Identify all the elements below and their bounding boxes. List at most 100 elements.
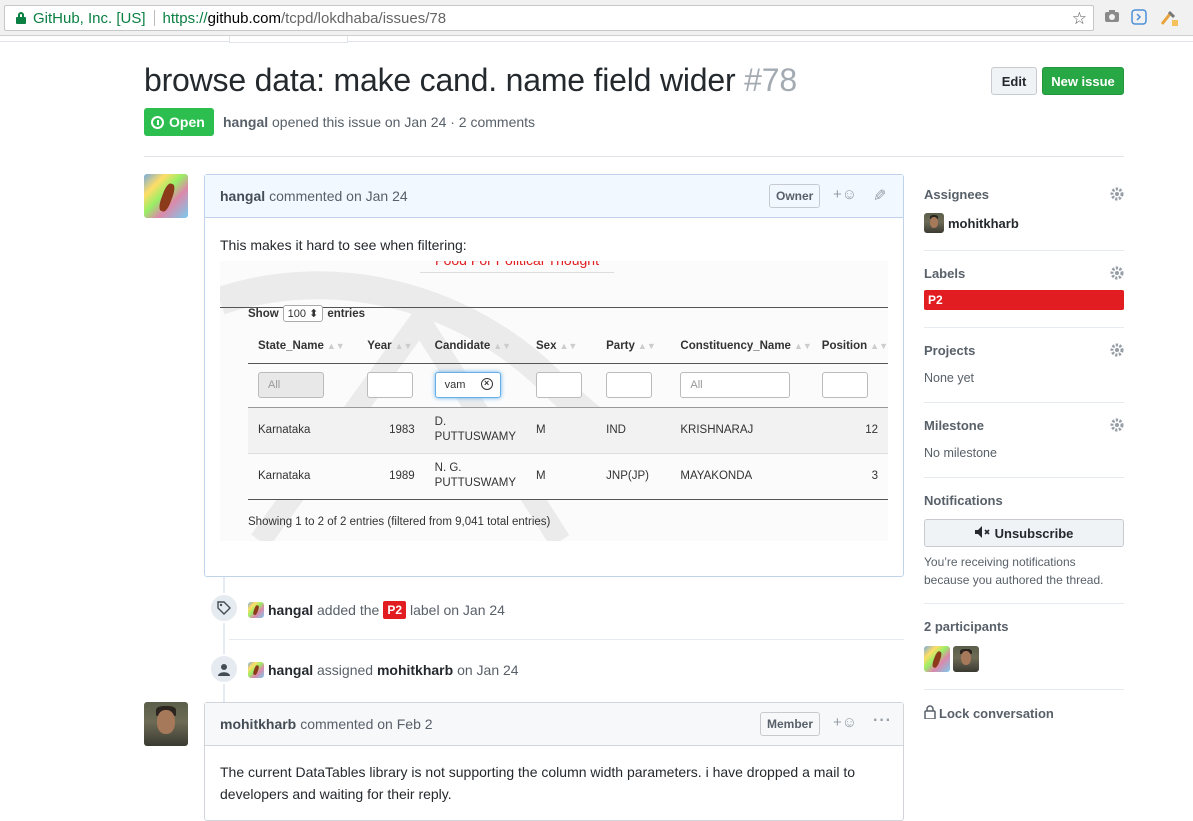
owner-badge: Owner bbox=[769, 184, 821, 208]
filter-state: All bbox=[258, 372, 324, 398]
camera-extension-icon[interactable] bbox=[1105, 9, 1119, 25]
avatar-mohitkharb-small bbox=[924, 213, 944, 233]
gear-icon[interactable] bbox=[1110, 187, 1124, 201]
embedded-screenshot: Food For Political Thought Show 100 ⬍ en… bbox=[220, 261, 888, 541]
sidebar-milestone: Milestone No milestone bbox=[924, 418, 1124, 460]
table-row: Karnataka 1989 N. G. PUTTUSWAMY M JNP(JP)… bbox=[248, 453, 888, 500]
data-table: State_Name ▲▼ Year ▲▼ Candidate ▲▼ Sex ▲▼ Pa… bbox=[248, 329, 888, 500]
issue-state-label: Open bbox=[169, 114, 205, 130]
comment-timestamp[interactable]: commented on Jan 24 bbox=[269, 188, 408, 204]
assignee-item[interactable]: mohitkharb bbox=[924, 213, 1124, 233]
filter-year bbox=[367, 372, 414, 398]
assignee-name[interactable]: mohitkharb bbox=[948, 216, 1019, 231]
avatar-hangal-small[interactable] bbox=[248, 662, 264, 678]
projects-value: None yet bbox=[924, 371, 975, 385]
issue-opened-icon bbox=[151, 115, 164, 129]
unsubscribe-label: Unsubscribe bbox=[994, 525, 1074, 541]
lock-label: Lock conversation bbox=[939, 706, 1054, 721]
col-header: Party ▲▼ bbox=[596, 329, 671, 364]
edit-button[interactable]: Edit bbox=[991, 67, 1037, 95]
comment-header: hangal commented on Jan 24 Owner +☺ ✎ bbox=[205, 175, 903, 218]
comment-author-link[interactable]: hangal bbox=[220, 188, 265, 204]
url-path: /tcpd/lokdhaba/issues/78 bbox=[280, 9, 447, 27]
notifications-heading: Notifications bbox=[924, 493, 1003, 508]
gear-icon[interactable] bbox=[1110, 418, 1124, 432]
milestone-value: No milestone bbox=[924, 446, 997, 460]
sidebar-participants: 2 participants bbox=[924, 619, 1124, 672]
tools-extension-icon[interactable] bbox=[1159, 9, 1179, 30]
comment-author-link[interactable]: mohitkharb bbox=[220, 716, 296, 732]
comment-hangal: hangal commented on Jan 24 Owner +☺ ✎ Th… bbox=[204, 174, 904, 577]
participants-heading: 2 participants bbox=[924, 619, 1009, 634]
issue-number: #78 bbox=[744, 62, 797, 98]
tab-indicator bbox=[229, 36, 348, 43]
comment-timestamp[interactable]: commented on Feb 2 bbox=[300, 716, 432, 732]
event-actor-link[interactable]: hangal bbox=[268, 602, 313, 618]
comment-header: mohitkharb commented on Feb 2 Member +☺ … bbox=[205, 703, 903, 746]
filter-constituency: All bbox=[680, 372, 791, 398]
participant-avatar-hangal[interactable] bbox=[924, 646, 950, 672]
assignees-heading[interactable]: Assignees bbox=[924, 187, 1124, 202]
code-extension-icon[interactable] bbox=[1131, 9, 1147, 28]
label-event: hangal added the P2 label on Jan 24 bbox=[248, 601, 505, 619]
show-label: Show bbox=[248, 307, 279, 320]
add-reaction-icon[interactable]: +☺ bbox=[833, 714, 857, 731]
sidebar-labels: Labels P2 bbox=[924, 266, 1124, 310]
issue-title: browse data: make cand. name field wider… bbox=[144, 62, 797, 99]
col-header: Sex ▲▼ bbox=[526, 329, 597, 364]
avatar-mohitkharb[interactable] bbox=[144, 702, 188, 746]
col-header: Constituency_Name ▲▼ bbox=[670, 329, 812, 364]
p2-label-badge[interactable]: P2 bbox=[383, 601, 406, 619]
sidebar-projects: Projects None yet bbox=[924, 343, 1124, 385]
unsubscribe-button[interactable]: Unsubscribe bbox=[924, 519, 1124, 547]
projects-heading[interactable]: Projects bbox=[924, 343, 1124, 358]
gear-icon[interactable] bbox=[1110, 343, 1124, 357]
filter-candidate: vam × bbox=[434, 372, 501, 398]
participant-avatar-mohitkharb[interactable] bbox=[953, 646, 979, 672]
table-row: Karnataka 1983 D. PUTTUSWAMY M IND KRISHN… bbox=[248, 407, 888, 454]
address-bar[interactable]: GitHub, Inc. [US] https://github.com/tcp… bbox=[4, 5, 1094, 31]
col-header: State_Name ▲▼ bbox=[248, 329, 358, 364]
col-header: Position ▲▼ bbox=[811, 329, 888, 364]
avatar-hangal-small[interactable] bbox=[248, 602, 264, 618]
url-scheme: https:// bbox=[162, 9, 208, 27]
issue-author-link[interactable]: hangal bbox=[223, 114, 268, 130]
filter-position bbox=[821, 372, 868, 398]
event-actor-link[interactable]: hangal bbox=[268, 662, 313, 678]
lock-icon bbox=[924, 705, 936, 722]
edit-comment-pencil-icon[interactable]: ✎ bbox=[873, 186, 886, 206]
assignee-link[interactable]: mohitkharb bbox=[377, 662, 453, 678]
browser-toolbar: GitHub, Inc. [US] https://github.com/tcp… bbox=[0, 0, 1193, 36]
person-icon bbox=[209, 654, 239, 684]
labels-heading[interactable]: Labels bbox=[924, 266, 1124, 281]
sidebar-label-p2[interactable]: P2 bbox=[924, 290, 1124, 310]
page-length-select: 100 ⬍ bbox=[282, 305, 324, 322]
new-issue-button[interactable]: New issue bbox=[1042, 67, 1124, 95]
filter-sex bbox=[536, 372, 583, 398]
milestone-heading[interactable]: Milestone bbox=[924, 418, 1124, 433]
bookmark-star-icon[interactable]: ☆ bbox=[1072, 9, 1087, 29]
tag-icon bbox=[209, 593, 239, 623]
comment-body: The current DataTables library is not su… bbox=[220, 764, 855, 802]
comment-mohitkharb: mohitkharb commented on Feb 2 Member +☺ … bbox=[204, 702, 904, 821]
secure-origin-label: GitHub, Inc. [US] bbox=[33, 9, 146, 27]
gear-icon[interactable] bbox=[1110, 266, 1124, 280]
issue-title-text: browse data: make cand. name field wider bbox=[144, 62, 736, 98]
assign-event: hangal assigned mohitkharb on Jan 24 bbox=[248, 662, 519, 678]
page-length-control: Show 100 ⬍ entries bbox=[248, 305, 365, 322]
avatar-hangal[interactable] bbox=[144, 174, 188, 218]
more-options-icon[interactable]: ··· bbox=[873, 712, 892, 730]
url-host: github.com bbox=[207, 9, 281, 27]
add-reaction-icon[interactable]: +☺ bbox=[833, 186, 857, 203]
issue-opened-text: opened this issue on Jan 24 · 2 comments bbox=[272, 114, 536, 130]
col-header: Year ▲▼ bbox=[357, 329, 425, 364]
filter-party bbox=[606, 372, 653, 398]
sidebar-assignees: Assignees mohitkharb bbox=[924, 187, 1124, 233]
col-header: Candidate ▲▼ bbox=[424, 329, 527, 364]
entries-label: entries bbox=[327, 307, 366, 320]
issue-state-badge: Open bbox=[144, 108, 214, 136]
lock-conversation-link[interactable]: Lock conversation bbox=[924, 705, 1124, 722]
table-info: Showing 1 to 2 of 2 entries (filtered fr… bbox=[248, 516, 551, 528]
notification-reason: You’re receiving notifications because y… bbox=[924, 555, 1104, 587]
lock-icon bbox=[16, 12, 26, 24]
